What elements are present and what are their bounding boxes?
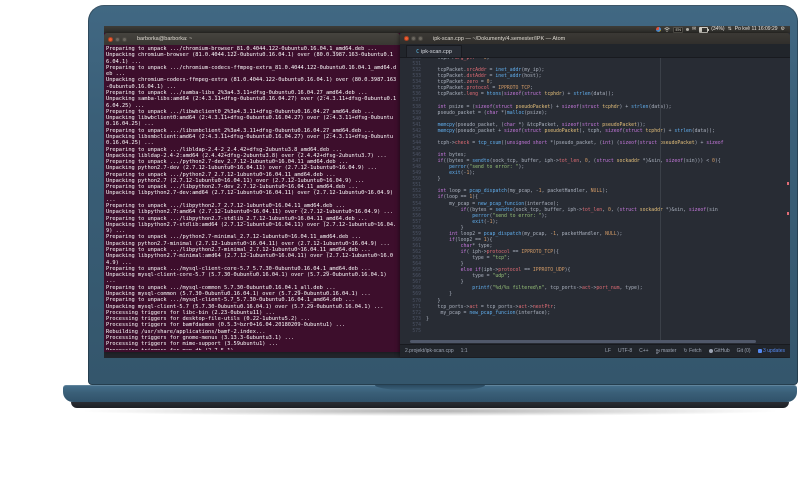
mail-icon[interactable]: ✉ — [692, 26, 696, 33]
terminal-line: Unpacking libpython2.7-minimal:amd64 (2.… — [106, 253, 394, 266]
laptop-shadow — [85, 406, 775, 416]
line-numbers: 530 531 532 533 534 535 536 537 538 539 540 541 542 5… — [412, 58, 421, 334]
minimize-icon[interactable] — [115, 36, 120, 42]
terminal-line: Preparing to unpack .../mysql-client-5.7… — [106, 297, 355, 304]
github-panel-toggle[interactable]: GitHub — [708, 348, 730, 354]
tab-ipk-scan-cpp[interactable]: C ipk-scan.cpp — [406, 45, 462, 57]
terminal-line: Unpacking libpython2.7-dev:amd64 (2.7.12… — [106, 190, 397, 203]
terminal-line: Unpacking mysql-client-core-5.7 (5.7.30-… — [106, 272, 390, 285]
branch-icon — [655, 348, 660, 354]
minimize-icon[interactable] — [411, 36, 416, 41]
terminal-output[interactable]: Preparing to unpack .../chromium-browser… — [104, 45, 400, 350]
terminal-line: Unpacking chromium-browser (81.0.4044.12… — [106, 52, 394, 65]
top-panel: EN ✉ (34%) ⇅ Po kvě 11 16:09:29 ⚙ — [104, 26, 790, 33]
git-branch[interactable]: master — [655, 348, 676, 354]
terminal-window: barborka@barborka: ~ Preparing to unpack… — [104, 33, 400, 352]
horizontal-scrollbar[interactable] — [400, 340, 790, 344]
github-icon — [708, 349, 713, 353]
cpp-file-icon: C — [416, 48, 420, 55]
line-ending-selector[interactable]: LF — [605, 348, 611, 354]
updates-button[interactable]: 3 updates — [757, 348, 785, 354]
terminal-line: Unpacking python2.7-dev (2.7.12-1ubuntu0… — [106, 165, 378, 172]
terminal-line: Preparing to unpack .../libpython2.7-std… — [106, 215, 368, 222]
laptop-mockup: EN ✉ (34%) ⇅ Po kvě 11 16:09:29 ⚙ barbor… — [0, 0, 800, 477]
terminal-line: Unpacking mysql-client-5.7 (5.7.30-0ubun… — [106, 303, 384, 310]
terminal-line: Unpacking samba-libs:amd64 (2:4.3.11+dfs… — [106, 96, 397, 109]
keyboard-layout-indicator[interactable]: EN — [673, 26, 684, 33]
laptop-lid-notch — [375, 385, 485, 390]
app-indicator-icon[interactable] — [656, 27, 662, 32]
terminal-title: barborka@barborka: ~ — [137, 36, 193, 42]
close-icon[interactable] — [404, 36, 409, 41]
laptop-base — [63, 385, 797, 402]
atom-window: ipk-scan.cpp — ~/Dokumenty/4.semester/IP… — [400, 33, 790, 357]
atom-window-title: ipk-scan.cpp — ~/Dokumenty/4.semester/IP… — [433, 35, 566, 42]
close-icon[interactable] — [108, 36, 113, 42]
fetch-button[interactable]: ↻ Fetch — [683, 348, 701, 354]
terminal-line: Preparing to unpack .../python2.7-minima… — [106, 234, 362, 241]
code-area[interactable]: tcph->urg_ptr = 0; tcpPacket.srcAddr = i… — [426, 58, 790, 340]
maximize-icon[interactable] — [122, 36, 127, 42]
battery-percent: (34%) — [711, 26, 725, 32]
maximize-icon[interactable] — [418, 36, 423, 41]
sync-arrows-icon[interactable]: ⇅ — [728, 26, 732, 33]
encoding-selector[interactable]: UTF-8 — [618, 348, 632, 354]
cursor-position[interactable]: 1:1 — [461, 348, 468, 354]
tab-bar: C ipk-scan.cpp — [400, 44, 790, 58]
terminal-titlebar[interactable]: barborka@barborka: ~ — [104, 33, 400, 45]
terminal-line: Processing triggers for man-db (2.7.5-1)… — [106, 348, 398, 351]
terminal-line: Unpacking libpython2.7:amd64 (2.7.12-1ub… — [106, 209, 394, 216]
code-editor[interactable]: 530 531 532 533 534 535 536 537 538 539 540 541 542 5… — [400, 58, 790, 340]
screen: EN ✉ (34%) ⇅ Po kvě 11 16:09:29 ⚙ barbor… — [104, 26, 790, 358]
battery-icon[interactable] — [699, 26, 710, 33]
tab-label: ipk-scan.cpp — [421, 48, 452, 55]
laptop-lid: EN ✉ (34%) ⇅ Po kvě 11 16:09:29 ⚙ barbor… — [88, 5, 798, 385]
clock[interactable]: Po kvě 11 16:09:29 — [735, 26, 778, 33]
git-panel-toggle[interactable]: Git (0) — [737, 348, 751, 354]
scroll-marker — [787, 182, 789, 185]
wrap-guide — [660, 58, 661, 340]
scroll-marker — [787, 212, 789, 215]
refresh-icon: ↻ — [683, 348, 688, 354]
status-bar: 2.projekt/ipk-scan.cpp 1:1 LF UTF-8 C++ … — [400, 344, 790, 357]
terminal-line: Preparing to unpack .../chromium-codecs-… — [106, 64, 397, 78]
file-path[interactable]: 2.projekt/ipk-scan.cpp — [405, 348, 454, 354]
terminal-line: Unpacking libsmbclient:amd64 (2:4.3.11+d… — [106, 133, 394, 147]
bluetooth-icon[interactable] — [686, 28, 690, 31]
atom-titlebar[interactable]: ipk-scan.cpp — ~/Dokumenty/4.semester/IP… — [400, 33, 790, 44]
terminal-line: Unpacking libwbclient0:amd64 (2:4.3.11+d… — [106, 115, 394, 128]
terminal-line: Unpacking chromium-codecs-ffmpeg-extra (… — [106, 77, 397, 90]
package-update-icon — [757, 349, 762, 353]
terminal-line: Preparing to unpack .../libsmbclient_2%3… — [106, 127, 374, 134]
terminal-line: Unpacking libpython2.7-stdlib:amd64 (2.7… — [106, 221, 397, 235]
wifi-icon[interactable] — [664, 27, 671, 32]
session-gear-icon[interactable]: ⚙ — [781, 26, 785, 33]
grammar-selector[interactable]: C++ — [639, 348, 648, 354]
